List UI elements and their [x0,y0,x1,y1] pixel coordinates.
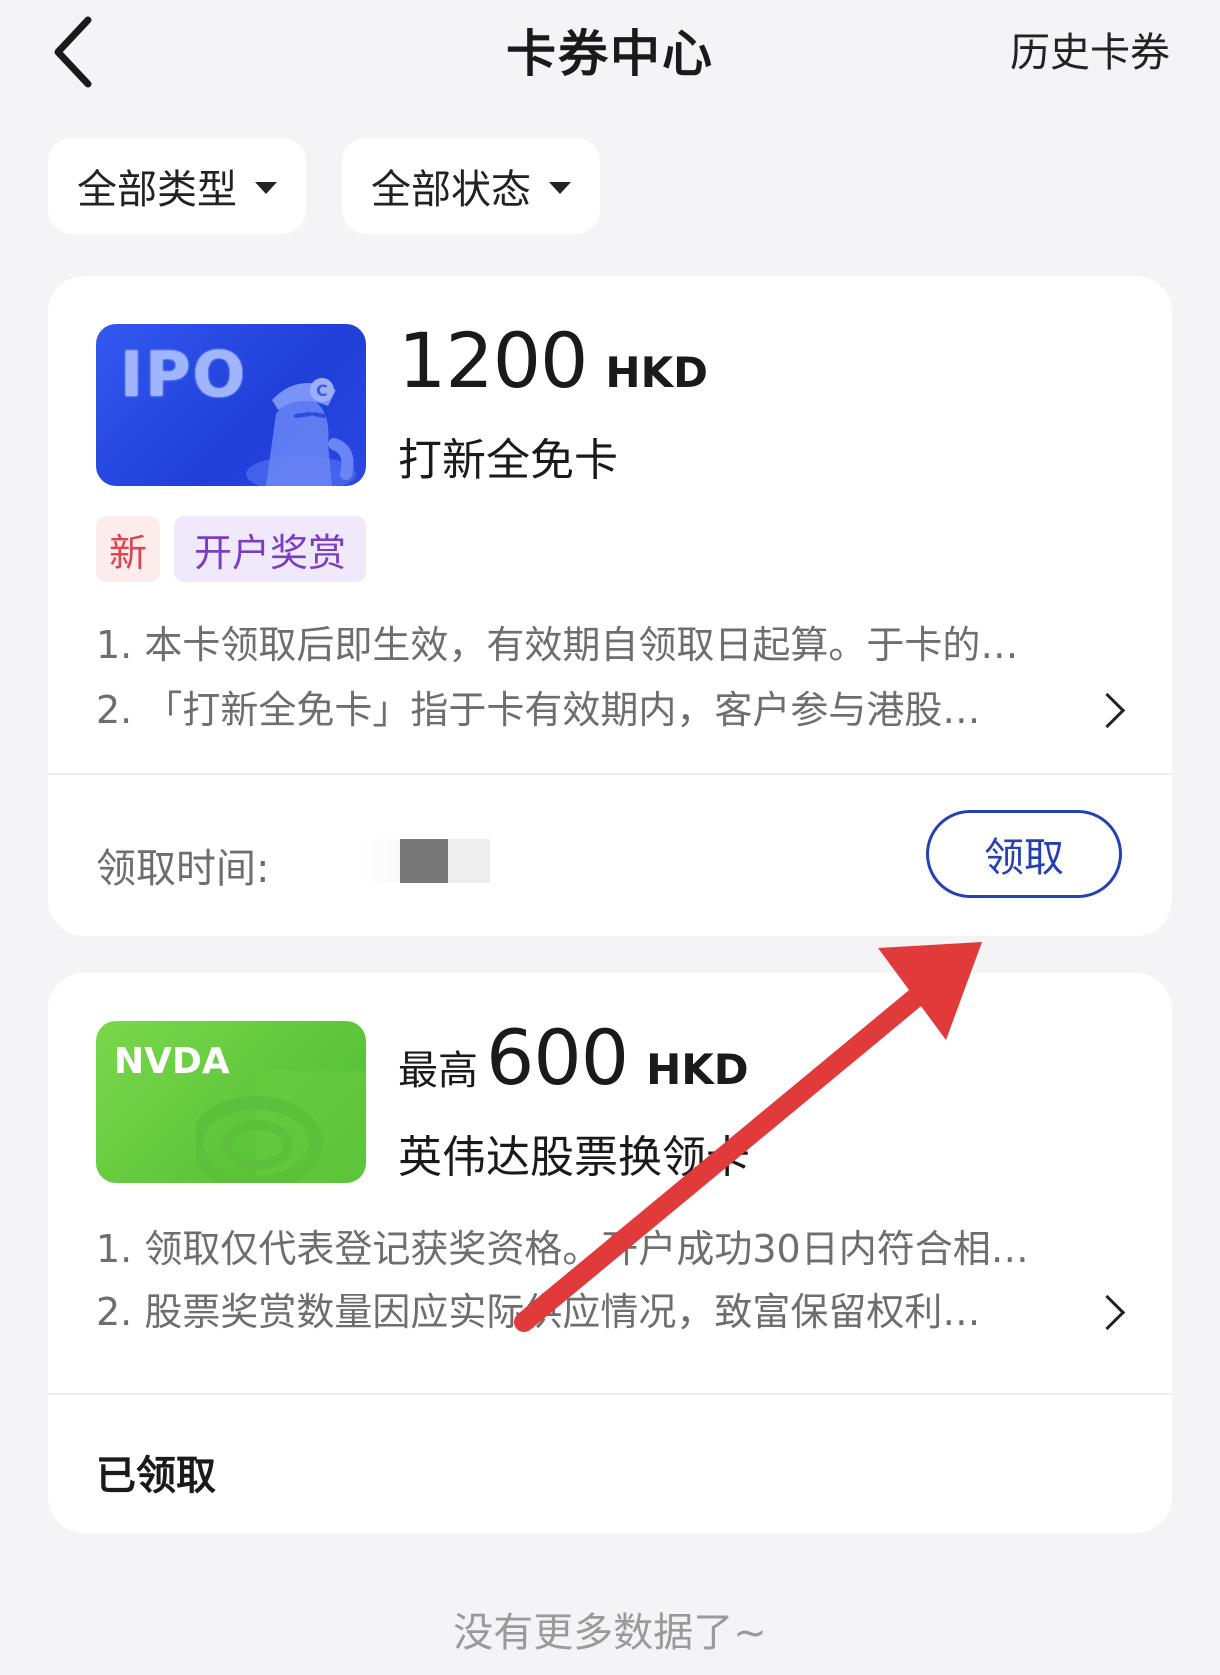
tag-new: 新 [96,516,160,582]
nvidia-eye-logo [196,1071,366,1183]
claimed-status: 已领取 [96,1453,216,1499]
redacted-time [448,839,490,883]
status-filter-label: 全部状态 [371,167,531,213]
amount-value: 600 [486,1013,629,1102]
coupon-card[interactable]: IPO C 1200 HKD 打新全免卡 新 开户奖赏 1. 本卡领取后即生效，有… [48,276,1172,936]
no-more-data-text: 没有更多数据了~ [453,1610,767,1656]
redacted-time [400,839,448,883]
caret-down-icon [255,182,277,194]
svg-text:C: C [316,381,328,400]
ipo-coupon-image: IPO C [96,324,366,486]
coupon-amount: 1200 HKD [398,316,708,405]
claim-button[interactable]: 领取 [926,810,1122,898]
amount-prefix: 最高 [398,1048,478,1094]
chevron-right-icon[interactable] [1089,692,1126,729]
divider [48,1393,1172,1395]
coupon-terms-line-1: 1. 本卡领取后即生效，有效期自领取日起算。于卡的… [96,623,1019,667]
history-coupons-link[interactable]: 历史卡券 [1010,20,1170,78]
coupon-terms-line-2: 2. 股票奖赏数量因应实际供应情况，致富保留权利… [96,1290,981,1334]
coupon-card[interactable]: NVDA 最高 600 HKD 英伟达股票换领卡 1. 领取仅代表登记获奖资格。开户… [48,973,1172,1533]
type-filter-dropdown[interactable]: 全部类型 [48,138,306,234]
status-filter-dropdown[interactable]: 全部状态 [342,138,600,234]
nvda-coupon-image: NVDA [96,1021,366,1183]
mascot-illustration: C [246,378,356,486]
amount-value: 1200 [398,316,588,405]
type-filter-label: 全部类型 [77,167,237,213]
amount-unit: HKD [605,348,708,397]
tag-account-reward: 开户奖赏 [174,516,366,582]
coupon-name: 打新全免卡 [398,435,618,486]
thumb-label: IPO [120,338,248,411]
chevron-right-icon[interactable] [1089,1294,1126,1331]
claim-time-label: 领取时间: [96,846,270,892]
coupon-amount: 最高 600 HKD [398,1013,749,1102]
coupon-terms-line-1: 1. 领取仅代表登记获奖资格。开户成功30日内符合相… [96,1227,1029,1271]
coupon-name: 英伟达股票换领卡 [398,1132,750,1183]
amount-unit: HKD [646,1045,749,1094]
top-bar: 卡券中心 历史卡券 [0,0,1220,100]
divider [48,773,1172,775]
coupon-terms-line-2: 2. 「打新全免卡」指于卡有效期内，客户参与港股… [96,688,981,732]
caret-down-icon [549,182,571,194]
